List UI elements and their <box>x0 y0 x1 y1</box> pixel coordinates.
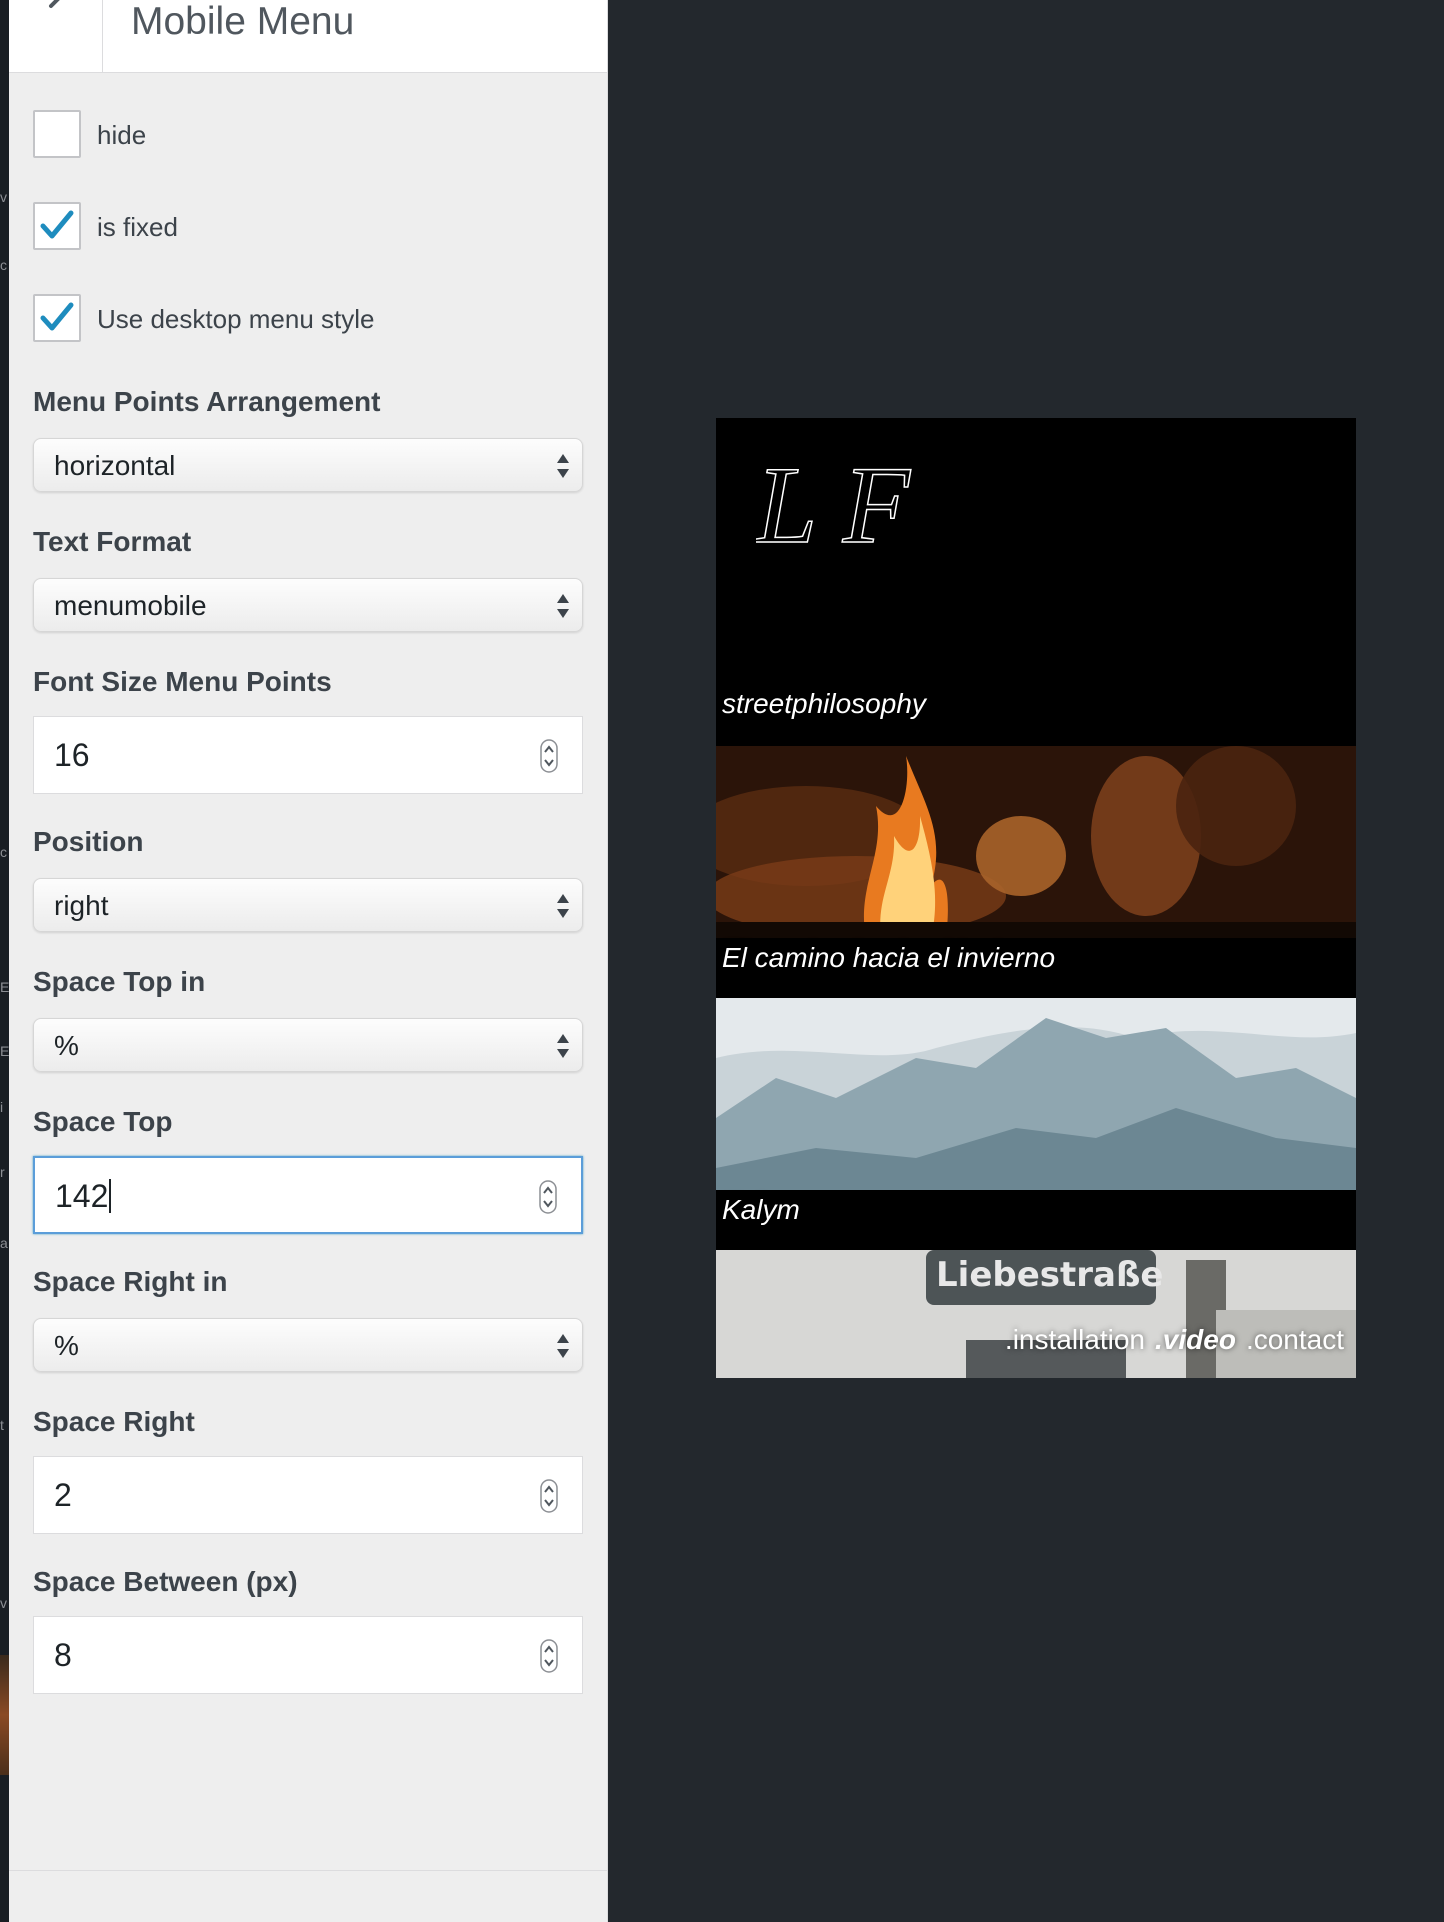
text-format-value: menumobile <box>54 590 207 621</box>
arrangement-value: horizontal <box>54 450 176 481</box>
space-top-label: Space Top <box>33 1106 173 1137</box>
space-between-value: 8 <box>54 1637 72 1673</box>
nav-video[interactable]: .video <box>1155 1324 1236 1355</box>
position-value: right <box>54 890 109 921</box>
panel-header: Mobile Menu <box>9 0 607 73</box>
edge-letter: c <box>0 258 7 272</box>
spinner-icon[interactable] <box>539 1180 557 1214</box>
site-preview: L F streetphilosophy El camino hacia el … <box>716 418 1356 1378</box>
select-arrows-icon <box>557 1034 569 1058</box>
space-between-input[interactable]: 8 <box>33 1616 583 1694</box>
text-format-select[interactable]: menumobile <box>33 578 583 632</box>
font-size-value: 16 <box>54 737 90 773</box>
select-arrows-icon <box>557 454 569 478</box>
space-between-label: Space Between (px) <box>33 1566 298 1597</box>
space-top-unit-label: Space Top in <box>33 966 206 997</box>
edge-image-fragment <box>0 1655 9 1775</box>
space-right-value: 2 <box>54 1477 72 1513</box>
desktop-style-checkbox[interactable] <box>33 294 81 342</box>
spinner-icon[interactable] <box>540 1479 558 1513</box>
position-select[interactable]: right <box>33 878 583 932</box>
panel-footer-divider <box>9 1870 607 1871</box>
text-format-label: Text Format <box>33 526 192 557</box>
spinner-icon[interactable] <box>540 1639 558 1673</box>
edge-letter: v <box>0 1596 7 1610</box>
space-top-value-wrap: 142 <box>55 1178 112 1215</box>
bottom-nav: .installation .video .contact <box>995 1324 1344 1356</box>
edge-letter: a <box>0 1236 8 1250</box>
mountains-photo <box>716 998 1356 1190</box>
edge-letter: r <box>0 1165 5 1179</box>
menu-image-street-sign[interactable]: Liebestraße <box>716 1250 1356 1378</box>
street-sign-photo: Liebestraße <box>716 1250 1356 1378</box>
edge-letter: c <box>0 845 7 859</box>
space-right-unit-select[interactable]: % <box>33 1318 583 1372</box>
is-fixed-label: is fixed <box>97 212 178 242</box>
space-top-unit-value: % <box>54 1030 79 1061</box>
select-arrows-icon <box>557 894 569 918</box>
site-logo[interactable]: L F <box>756 446 956 556</box>
arrangement-label: Menu Points Arrangement <box>33 386 381 417</box>
space-right-unit-label: Space Right in <box>33 1266 228 1297</box>
menu-image-fire[interactable] <box>716 746 1356 938</box>
is-fixed-checkbox[interactable] <box>33 202 81 250</box>
position-label: Position <box>33 826 144 857</box>
font-size-input[interactable]: 16 <box>33 716 583 794</box>
hide-option: hide <box>33 110 593 162</box>
chevron-left-icon <box>49 0 60 8</box>
space-top-value: 142 <box>55 1178 109 1214</box>
edge-letter: v <box>0 190 7 204</box>
street-sign-text: Liebestraße <box>936 1255 1164 1295</box>
fire-photo <box>716 746 1356 938</box>
hide-checkbox[interactable] <box>33 110 81 158</box>
edge-letter: i <box>0 1100 4 1114</box>
space-right-unit-value: % <box>54 1330 79 1361</box>
site-logo-text: L F <box>756 446 912 556</box>
admin-sidebar-edge: v c E E r i t a c v <box>0 0 9 1922</box>
desktop-style-label: Use desktop menu style <box>97 304 375 334</box>
hide-label: hide <box>97 120 147 150</box>
space-right-label: Space Right <box>33 1406 195 1437</box>
back-button[interactable] <box>9 0 103 72</box>
text-caret <box>109 1179 112 1213</box>
edge-letter: E <box>0 1044 9 1058</box>
menu-image-mountains[interactable] <box>716 998 1356 1190</box>
space-top-input[interactable]: 142 <box>33 1156 583 1234</box>
menu-item-kalym[interactable]: Kalym <box>722 1194 800 1226</box>
nav-installation[interactable]: .installation <box>1005 1324 1145 1355</box>
select-arrows-icon <box>557 594 569 618</box>
customizer-panel: Mobile Menu hide is fixed Use desktop me… <box>9 0 608 1922</box>
space-right-input[interactable]: 2 <box>33 1456 583 1534</box>
menu-item-el-camino[interactable]: El camino hacia el invierno <box>722 942 1055 974</box>
nav-contact[interactable]: .contact <box>1246 1324 1344 1355</box>
checkmark-icon <box>40 302 74 331</box>
panel-title: Mobile Menu <box>131 0 355 43</box>
edge-letter: t <box>0 1418 4 1432</box>
edge-letter: E <box>0 980 9 994</box>
space-top-unit-select[interactable]: % <box>33 1018 583 1072</box>
checkmark-icon <box>40 210 74 239</box>
desktop-style-option: Use desktop menu style <box>33 294 593 346</box>
spinner-icon[interactable] <box>540 739 558 773</box>
menu-item-streetphilosophy[interactable]: streetphilosophy <box>722 688 926 720</box>
arrangement-select[interactable]: horizontal <box>33 438 583 492</box>
font-size-label: Font Size Menu Points <box>33 666 332 697</box>
is-fixed-option: is fixed <box>33 202 593 254</box>
select-arrows-icon <box>557 1334 569 1358</box>
